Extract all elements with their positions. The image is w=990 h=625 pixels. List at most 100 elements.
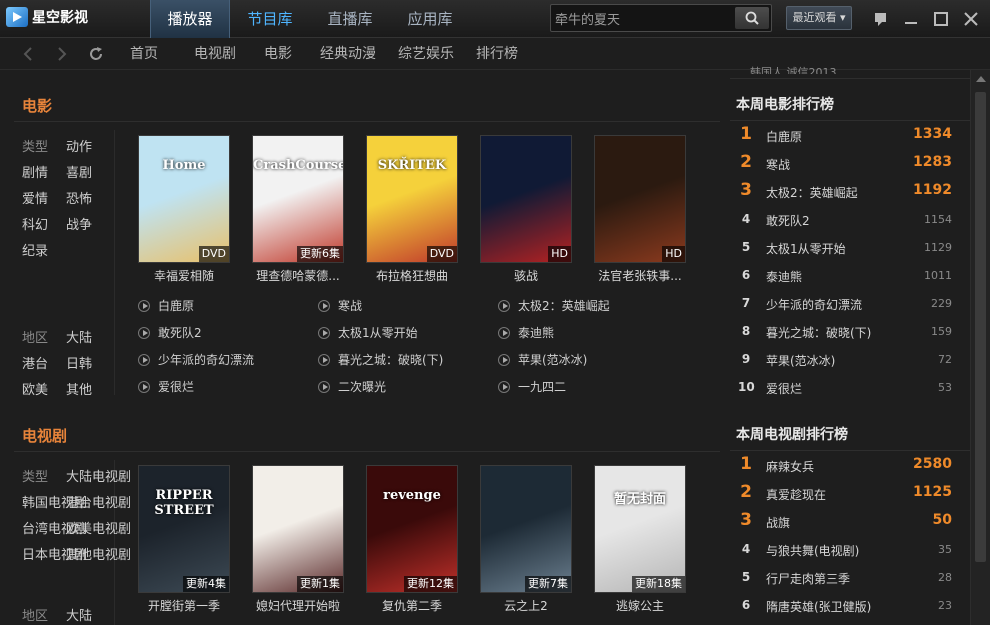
movie-quick-link[interactable]: 泰迪熊 <box>498 324 554 341</box>
ranking-title[interactable]: 麻辣女兵 <box>766 458 814 475</box>
tv-poster-card[interactable]: 暂无封面 更新18集 逃嫁公主 <box>594 465 688 614</box>
refresh-icon[interactable] <box>86 44 106 64</box>
ranking-row[interactable]: 8 暮光之城：破晓(下) 159 <box>724 318 960 346</box>
ranking-row[interactable]: 1 麻辣女兵 2580 <box>724 452 960 480</box>
tab-home[interactable]: 首页 <box>130 38 158 70</box>
movie-filter-euus[interactable]: 欧美 <box>22 379 48 398</box>
ranking-row[interactable]: 10 爱很烂 53 <box>724 374 960 402</box>
ranking-row[interactable]: 5 行尸走肉第三季 28 <box>724 564 960 592</box>
tv-poster-image[interactable]: 暂无封面 更新18集 <box>594 465 686 593</box>
feedback-icon[interactable] <box>872 10 890 28</box>
tv-filter-euus[interactable]: 欧美电视剧 <box>66 518 131 537</box>
ranking-title[interactable]: 苹果(范冰冰) <box>766 352 835 369</box>
movie-quick-link[interactable]: 暮光之城：破晓(下) <box>318 351 443 368</box>
tab-variety[interactable]: 综艺娱乐 <box>398 38 454 70</box>
ranking-title[interactable]: 太极1从零开始 <box>766 240 846 257</box>
movie-quick-link[interactable]: 二次曝光 <box>318 378 386 395</box>
tv-filter-other[interactable]: 其他电视剧 <box>66 544 131 563</box>
close-icon[interactable] <box>962 10 980 28</box>
recent-watch-button[interactable]: 最近观看 ▾ <box>786 6 852 30</box>
tv-poster-image[interactable]: RIPPER STREET 更新4集 <box>138 465 230 593</box>
arrow-right-icon[interactable] <box>52 44 72 64</box>
tab-anime[interactable]: 经典动漫 <box>320 38 376 70</box>
movie-poster-title[interactable]: 理查德哈蒙德... <box>250 267 346 284</box>
tab-movies[interactable]: 电影 <box>264 38 292 70</box>
tv-filter-hktw[interactable]: 港台电视剧 <box>66 492 131 511</box>
ranking-row[interactable]: 2 真爱趁现在 1125 <box>724 480 960 508</box>
ranking-row[interactable]: 1 白鹿原 1334 <box>724 122 960 150</box>
tv-poster-title[interactable]: 复仇第二季 <box>364 597 460 614</box>
ranking-row[interactable]: 5 太极1从零开始 1129 <box>724 234 960 262</box>
movie-poster-card[interactable]: CrashCourse 更新6集理查德哈蒙德... <box>252 135 346 284</box>
movie-poster-title[interactable]: 布拉格狂想曲 <box>364 267 460 284</box>
tv-poster-card[interactable]: 更新1集媳妇代理开始啦 <box>252 465 346 614</box>
movie-quick-link[interactable]: 敢死队2 <box>138 324 202 341</box>
movie-quick-link[interactable]: 爱很烂 <box>138 378 194 395</box>
movie-filter-hktw[interactable]: 港台 <box>22 353 48 372</box>
movie-quick-link[interactable]: 白鹿原 <box>138 297 194 314</box>
movie-quick-link[interactable]: 太极2：英雄崛起 <box>498 297 610 314</box>
ranking-title[interactable]: 暮光之城：破晓(下) <box>766 324 871 341</box>
tv-poster-card[interactable]: revenge 更新12集复仇第二季 <box>366 465 460 614</box>
tab-tv[interactable]: 电视剧 <box>194 38 236 70</box>
tab-rankings[interactable]: 排行榜 <box>476 38 518 70</box>
ranking-title[interactable]: 泰迪熊 <box>766 268 802 285</box>
movie-filter-documentary[interactable]: 纪录 <box>22 240 48 259</box>
tv-poster-image[interactable]: 更新1集 <box>252 465 344 593</box>
ranking-title[interactable]: 隋唐英雄(张卫健版) <box>766 598 871 615</box>
ranking-title[interactable]: 战旗 <box>766 514 790 531</box>
ranking-title[interactable]: 白鹿原 <box>766 128 802 145</box>
ranking-row[interactable]: 2 寒战 1283 <box>724 150 960 178</box>
ranking-title[interactable]: 真爱趁现在 <box>766 486 826 503</box>
ranking-title[interactable]: 敢死队2 <box>766 212 810 229</box>
ranking-title[interactable]: 寒战 <box>766 156 790 173</box>
tv-poster-image[interactable]: 更新7集 <box>480 465 572 593</box>
arrow-left-icon[interactable] <box>18 44 38 64</box>
tab-live[interactable]: 直播库 <box>310 0 390 38</box>
movie-poster-card[interactable]: HD 法官老张轶事... <box>594 135 688 284</box>
movie-filter-comedy[interactable]: 喜剧 <box>66 162 92 181</box>
movie-quick-link[interactable]: 寒战 <box>318 297 362 314</box>
movie-filter-drama[interactable]: 剧情 <box>22 162 48 181</box>
minimize-icon[interactable] <box>902 10 920 28</box>
ranking-row[interactable]: 6 泰迪熊 1011 <box>724 262 960 290</box>
movie-quick-link[interactable]: 太极1从零开始 <box>318 324 418 341</box>
tab-apps[interactable]: 应用库 <box>390 0 470 38</box>
movie-poster-title[interactable]: 幸福爱相随 <box>136 267 232 284</box>
scrollbar[interactable] <box>970 70 990 625</box>
search-button[interactable] <box>735 7 769 29</box>
movie-poster-title[interactable]: 骇战 <box>478 267 574 284</box>
tv-region-mainland[interactable]: 大陆 <box>66 605 92 624</box>
movie-filter-other[interactable]: 其他 <box>66 379 92 398</box>
tv-poster-title[interactable]: 云之上2 <box>478 597 574 614</box>
movie-poster-image[interactable]: SKŘITEK DVD <box>366 135 458 263</box>
movie-quick-link[interactable]: 少年派的奇幻漂流 <box>138 351 254 368</box>
scroll-thumb[interactable] <box>975 92 986 562</box>
ranking-title[interactable]: 爱很烂 <box>766 380 802 397</box>
movie-filter-action[interactable]: 动作 <box>66 136 92 155</box>
movie-poster-card[interactable]: HD 骇战 <box>480 135 574 284</box>
ranking-row[interactable]: 4 与狼共舞(电视剧) 35 <box>724 536 960 564</box>
ranking-title[interactable]: 与狼共舞(电视剧) <box>766 542 859 559</box>
ranking-title[interactable]: 行尸走肉第三季 <box>766 570 850 587</box>
ranking-row[interactable]: 3 太极2：英雄崛起 1192 <box>724 178 960 206</box>
maximize-icon[interactable] <box>932 10 950 28</box>
tv-poster-title[interactable]: 媳妇代理开始啦 <box>250 597 346 614</box>
tv-poster-card[interactable]: 更新7集云之上2 <box>480 465 574 614</box>
ranking-row[interactable]: 9 苹果(范冰冰) 72 <box>724 346 960 374</box>
tv-poster-title[interactable]: 开膛街第一季 <box>136 597 232 614</box>
tv-poster-card[interactable]: RIPPER STREET 更新4集开膛街第一季 <box>138 465 232 614</box>
search-input[interactable] <box>555 8 730 28</box>
ranking-title[interactable]: 少年派的奇幻漂流 <box>766 296 862 313</box>
ranking-row[interactable]: 4 敢死队2 1154 <box>724 206 960 234</box>
tv-filter-mainland[interactable]: 大陆电视剧 <box>66 466 131 485</box>
movie-filter-scifi[interactable]: 科幻 <box>22 214 48 233</box>
ranking-title[interactable]: 太极2：英雄崛起 <box>766 184 858 201</box>
tv-poster-image[interactable]: revenge 更新12集 <box>366 465 458 593</box>
movie-poster-image[interactable]: HD <box>594 135 686 263</box>
movie-filter-jpkr[interactable]: 日韩 <box>66 353 92 372</box>
movie-poster-card[interactable]: Home DVD 幸福爱相随 <box>138 135 232 284</box>
movie-poster-image[interactable]: CrashCourse 更新6集 <box>252 135 344 263</box>
movie-filter-mainland[interactable]: 大陆 <box>66 327 92 346</box>
scroll-up-icon[interactable] <box>976 76 986 82</box>
